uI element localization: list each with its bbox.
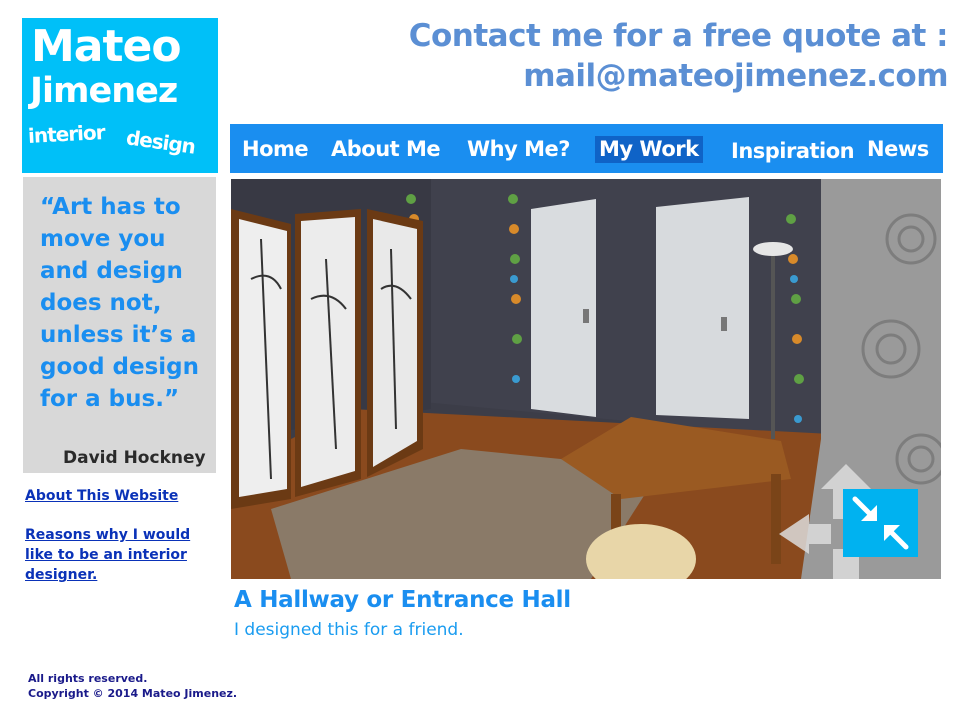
quote-text: “Art has to move you and design does not… <box>40 194 200 412</box>
footer-copyright: Copyright © 2014 Mateo Jimenez. <box>28 687 238 700</box>
nav-item-why-me[interactable]: Why Me? <box>467 136 570 163</box>
shrink-arrows-icon <box>852 496 909 550</box>
nav-item-my-work[interactable]: My Work <box>595 136 703 163</box>
nav-item-news[interactable]: News <box>867 136 929 163</box>
shrink-button[interactable] <box>843 489 918 557</box>
logo-last-name: Jimenez <box>30 71 178 111</box>
quote-box: “Art has to move you and design does not… <box>23 177 216 473</box>
contact-heading: Contact me for a free quote at : <box>408 18 949 54</box>
logo[interactable]: Mateo Jimenez interior design <box>22 18 218 173</box>
gallery-image[interactable] <box>231 179 941 579</box>
logo-first-name: Mateo <box>31 21 182 72</box>
quote-author: David Hockney <box>63 448 206 468</box>
hallway-render <box>231 179 941 579</box>
contact-email[interactable]: mail@mateojimenez.com <box>409 56 948 96</box>
nav-item-about-me[interactable]: About Me <box>331 136 441 163</box>
footer-rights: All rights reserved. <box>28 672 148 685</box>
nav-item-home[interactable]: Home <box>242 136 309 163</box>
main-nav: Home About Me Why Me? My Work Inspiratio… <box>230 124 943 173</box>
logo-tagline-interior: interior <box>27 120 106 148</box>
caption-title: A Hallway or Entrance Hall <box>234 587 571 613</box>
nav-item-inspiration[interactable]: Inspiration <box>731 138 855 165</box>
caption-subtitle: I designed this for a friend. <box>234 620 464 640</box>
link-reasons-interior-designer[interactable]: Reasons why I would like to be an interi… <box>25 525 205 585</box>
contact-header: Contact me for a free quote at : mail@ma… <box>408 16 949 96</box>
logo-tagline-design: design <box>124 125 197 159</box>
link-about-this-website[interactable]: About This Website <box>25 486 205 506</box>
